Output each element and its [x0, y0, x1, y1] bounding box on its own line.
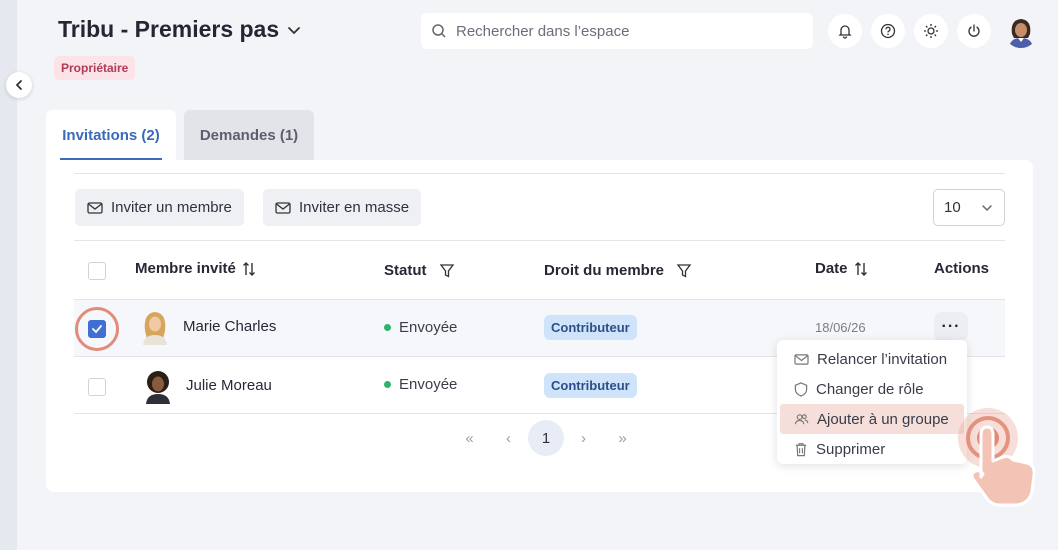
- collapse-sidebar-button[interactable]: [6, 72, 32, 98]
- menu-item-label: Relancer l’invitation: [817, 350, 948, 368]
- mail-icon: [87, 201, 103, 214]
- sun-icon: [924, 24, 938, 38]
- role-pill: Contributeur: [544, 315, 637, 340]
- row-actions-button[interactable]: ···: [934, 312, 968, 342]
- tab-demandes[interactable]: Demandes (1): [184, 110, 314, 160]
- menu-item-resend-invitation[interactable]: Relancer l’invitation: [780, 344, 964, 374]
- role-pill: Contributeur: [544, 373, 637, 398]
- header-actions: [828, 14, 1038, 48]
- status-cell: Envoyée: [384, 376, 457, 393]
- search-input[interactable]: [456, 22, 786, 40]
- prev-page-button[interactable]: ‹: [489, 420, 528, 456]
- avatar: [140, 309, 170, 345]
- invite-member-label: Inviter un membre: [111, 199, 232, 216]
- sort-icon: [242, 261, 255, 276]
- last-page-button[interactable]: »: [603, 420, 642, 456]
- search-icon: [432, 24, 446, 38]
- column-right-label: Droit du membre: [544, 262, 665, 279]
- power-icon: [968, 24, 980, 37]
- help-button[interactable]: [871, 14, 905, 48]
- filter-icon: [676, 263, 692, 278]
- divider: [74, 240, 1005, 241]
- mail-icon: [275, 201, 291, 214]
- chevron-down-icon: [288, 26, 301, 34]
- more-icon: ···: [941, 318, 961, 335]
- search-bar[interactable]: [421, 13, 813, 49]
- tab-invitations[interactable]: Invitations (2): [46, 110, 176, 160]
- row-actions-menu: Relancer l’invitation Changer de rôle Aj…: [777, 340, 967, 464]
- next-page-button[interactable]: ›: [564, 420, 603, 456]
- column-header-member[interactable]: Membre invité: [135, 260, 256, 277]
- column-header-actions: Actions: [934, 260, 989, 277]
- member-name: Julie Moreau: [186, 377, 272, 394]
- logout-button[interactable]: [957, 14, 991, 48]
- pagination: « ‹ 1 › »: [450, 420, 642, 456]
- page-title: Tribu - Premiers pas: [58, 16, 280, 42]
- avatar: [143, 368, 173, 404]
- column-header-date[interactable]: Date: [815, 260, 868, 277]
- tab-invitations-label: Invitations (2): [62, 126, 160, 144]
- role-badge: Propriétaire: [54, 56, 136, 80]
- status-cell: Envoyée: [384, 319, 457, 336]
- status-dot: [384, 381, 391, 388]
- bell-icon: [838, 25, 852, 39]
- column-actions-label: Actions: [934, 260, 990, 277]
- menu-item-delete[interactable]: Supprimer: [780, 434, 964, 464]
- theme-toggle-button[interactable]: [914, 14, 948, 48]
- user-avatar[interactable]: [1004, 14, 1038, 48]
- shield-icon: [794, 381, 808, 397]
- member-name: Marie Charles: [183, 318, 277, 335]
- help-icon: [880, 23, 896, 39]
- check-icon: [92, 325, 102, 334]
- menu-item-change-role[interactable]: Changer de rôle: [780, 374, 964, 404]
- date-cell: 18/06/26: [815, 320, 866, 335]
- first-page-button[interactable]: «: [450, 420, 489, 456]
- trash-icon: [795, 442, 807, 456]
- tap-gesture-icon: [958, 408, 1036, 507]
- column-header-status[interactable]: Statut: [384, 262, 455, 279]
- row-checkbox[interactable]: [88, 378, 106, 396]
- chevron-down-icon: [982, 204, 992, 211]
- menu-item-add-to-group[interactable]: Ajouter à un groupe: [780, 404, 964, 434]
- status-dot: [384, 324, 391, 331]
- member-avatar-illustration: [143, 312, 167, 345]
- row-checkbox[interactable]: [88, 320, 106, 338]
- menu-item-label: Ajouter à un groupe: [817, 410, 949, 428]
- invite-member-button[interactable]: Inviter un membre: [75, 189, 244, 226]
- column-member-label: Membre invité: [135, 260, 236, 277]
- avatar-illustration: [1004, 14, 1038, 48]
- menu-item-label: Supprimer: [816, 440, 886, 458]
- select-all-checkbox[interactable]: [88, 262, 106, 280]
- status-text: Envoyée: [399, 376, 458, 393]
- space-selector[interactable]: Tribu - Premiers pas: [58, 16, 301, 43]
- page-size-value: 10: [944, 199, 961, 216]
- sort-icon: [854, 261, 867, 276]
- group-icon: [794, 414, 809, 425]
- tab-demandes-label: Demandes (1): [199, 126, 299, 144]
- page-1-button[interactable]: 1: [528, 420, 564, 456]
- notifications-button[interactable]: [828, 14, 862, 48]
- column-status-label: Statut: [384, 262, 427, 279]
- chevron-left-icon: [15, 80, 22, 90]
- divider: [74, 173, 1005, 174]
- column-date-label: Date: [815, 260, 848, 277]
- filter-icon: [439, 263, 454, 278]
- mail-icon: [794, 353, 809, 365]
- member-avatar-illustration: [146, 371, 170, 404]
- column-header-right[interactable]: Droit du membre: [544, 262, 692, 279]
- status-text: Envoyée: [399, 319, 458, 336]
- page-size-select[interactable]: 10: [933, 189, 1005, 226]
- invite-bulk-label: Inviter en masse: [299, 199, 410, 216]
- invite-bulk-button[interactable]: Inviter en masse: [263, 189, 422, 226]
- menu-item-label: Changer de rôle: [816, 380, 924, 398]
